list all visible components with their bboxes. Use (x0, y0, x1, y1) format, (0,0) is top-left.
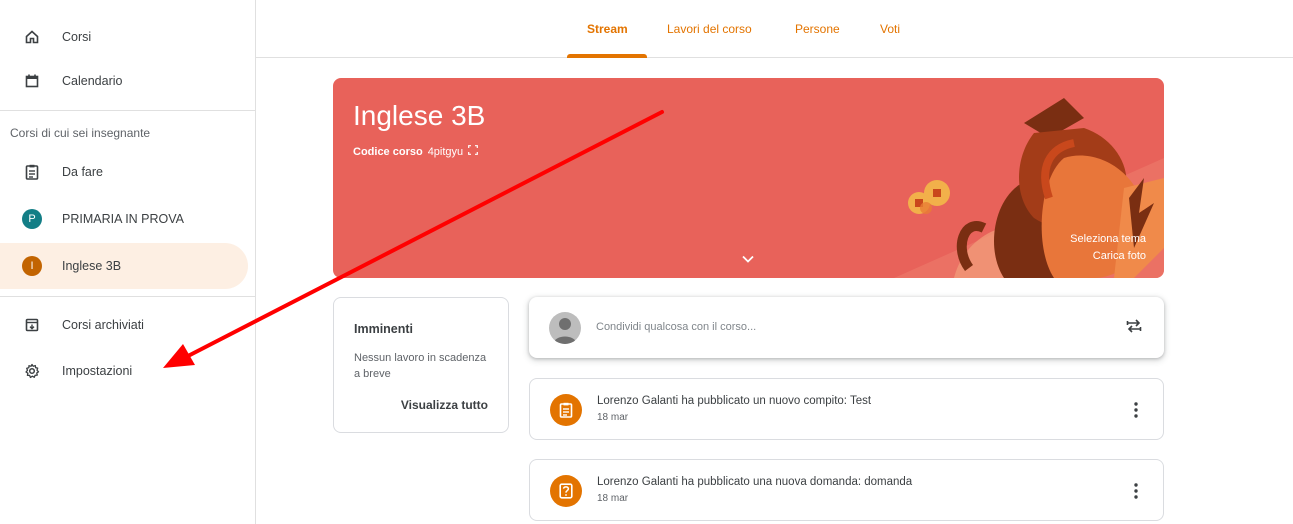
fullscreen-icon[interactable] (468, 145, 479, 158)
sidebar: Corsi Calendario Corsi di cui sei insegn… (0, 0, 256, 524)
avatar-container: P (22, 209, 42, 229)
avatar: I (22, 256, 42, 276)
upcoming-title: Imminenti (354, 322, 414, 336)
tab-lavori-del-corso[interactable]: Lavori del corso (667, 0, 752, 58)
sidebar-item-label: PRIMARIA IN PROVA (62, 212, 185, 226)
avatar (549, 312, 581, 344)
sidebar-item-label: Inglese 3B (62, 259, 122, 273)
sidebar-item-primaria-in-prova[interactable]: P PRIMARIA IN PROVA (0, 196, 248, 242)
home-icon (22, 27, 42, 47)
sidebar-item-label: Da fare (62, 165, 103, 179)
course-title: Inglese 3B (353, 100, 486, 131)
tab-stream[interactable]: Stream (587, 0, 628, 58)
avatar-container: I (22, 256, 42, 276)
sidebar-item-label: Calendario (62, 74, 123, 88)
share-box[interactable]: Condividi qualcosa con il corso... (529, 297, 1164, 358)
upload-photo-link[interactable]: Carica foto (1093, 250, 1146, 262)
share-input[interactable]: Condividi qualcosa con il corso... (596, 321, 756, 333)
assignment-icon (550, 394, 582, 426)
sidebar-section-title: Corsi di cui sei insegnante (10, 126, 151, 140)
sidebar-item-label: Corsi archiviati (62, 318, 144, 332)
post-title[interactable]: Lorenzo Galanti ha pubblicato una nuova … (597, 476, 912, 488)
sidebar-item-label: Corsi (62, 30, 92, 44)
course-code-value[interactable]: 4pitgyu (428, 146, 463, 158)
sidebar-divider (0, 110, 256, 111)
post-title[interactable]: Lorenzo Galanti ha pubblicato un nuovo c… (597, 395, 871, 407)
avatar: P (22, 209, 42, 229)
upcoming-empty-text: Nessun lavoro in scadenza a breve (354, 352, 487, 380)
course-banner: Inglese 3B Codice corso 4pitgyu Selezion… (333, 78, 1164, 278)
settings-icon (22, 361, 42, 381)
sidebar-item-inglese-3b[interactable]: I Inglese 3B (0, 243, 248, 289)
post-date: 18 mar (597, 412, 629, 423)
archive-icon (22, 315, 42, 335)
course-tabs-bar (256, 0, 1293, 58)
calendar-icon (22, 71, 42, 91)
stream-post[interactable]: Lorenzo Galanti ha pubblicato una nuova … (529, 459, 1164, 521)
more-vert-icon[interactable] (1133, 482, 1139, 500)
upcoming-card: Imminenti Nessun lavoro in scadenza a br… (333, 297, 509, 433)
chevron-down-icon[interactable] (742, 250, 754, 268)
sidebar-item-da-fare[interactable]: Da fare (0, 149, 248, 195)
sidebar-item-corsi[interactable]: Corsi (0, 14, 248, 60)
sidebar-item-label: Impostazioni (62, 364, 133, 378)
sidebar-item-corsi-archiviati[interactable]: Corsi archiviati (0, 302, 248, 348)
assignment-icon (22, 162, 42, 182)
stream-post[interactable]: Lorenzo Galanti ha pubblicato un nuovo c… (529, 378, 1164, 440)
post-date: 18 mar (597, 493, 629, 504)
course-code-label: Codice corso (353, 145, 423, 158)
select-theme-link[interactable]: Seleziona tema (1070, 233, 1146, 245)
tab-voti[interactable]: Voti (880, 0, 900, 58)
view-all-link[interactable]: Visualizza tutto (401, 398, 488, 412)
more-vert-icon[interactable] (1133, 401, 1139, 419)
repost-icon[interactable] (1126, 317, 1142, 340)
sidebar-item-calendario[interactable]: Calendario (0, 58, 248, 104)
question-icon (550, 475, 582, 507)
sidebar-divider (0, 296, 256, 297)
course-code: Codice corso 4pitgyu (353, 145, 479, 158)
tab-persone[interactable]: Persone (795, 0, 840, 58)
banner-illustration (894, 98, 1164, 278)
active-tab-indicator (567, 54, 647, 58)
sidebar-item-impostazioni[interactable]: Impostazioni (0, 348, 248, 394)
